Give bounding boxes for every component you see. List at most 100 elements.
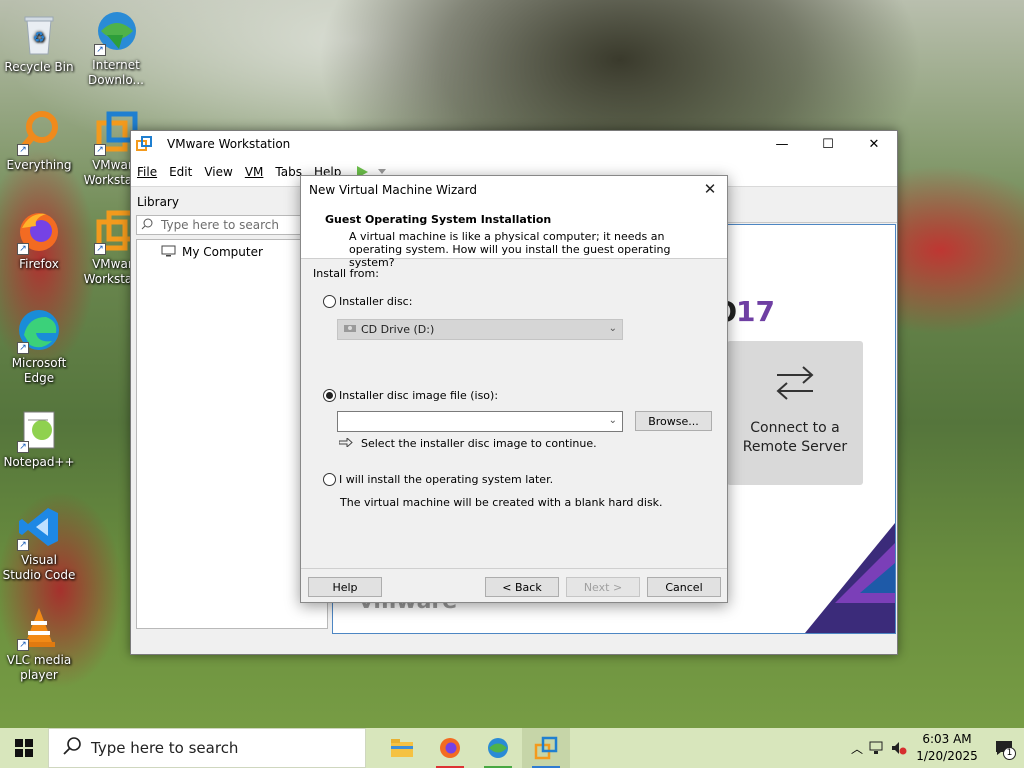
taskbar-search-box[interactable]: Type here to search <box>48 728 366 768</box>
notepad-plus-plus-icon: ↗ <box>15 405 63 453</box>
dialog-title-bar[interactable]: New Virtual Machine Wizard ✕ <box>301 176 727 204</box>
connect-remote-server-card[interactable]: Connect to a Remote Server <box>727 341 863 485</box>
shortcut-arrow-icon: ↗ <box>94 144 106 156</box>
product-version: 17 <box>736 295 775 328</box>
wizard-step-heading: Guest Operating System Installation <box>325 213 552 226</box>
shortcut-arrow-icon: ↗ <box>17 243 29 255</box>
close-button[interactable]: ✕ <box>851 131 897 157</box>
shortcut-arrow-icon: ↗ <box>17 342 29 354</box>
desktop-icon-vlc[interactable]: ↗ VLC media player <box>1 603 77 683</box>
clock-time: 6:03 AM <box>922 732 972 746</box>
vlc-cone-icon: ↗ <box>15 603 63 651</box>
desktop-icon-label: Recycle Bin <box>4 60 74 74</box>
next-button[interactable]: Next > <box>566 577 640 597</box>
search-icon <box>141 218 153 233</box>
show-hidden-icons-chevron-icon[interactable]: ︿ <box>848 740 866 757</box>
start-button[interactable] <box>0 728 48 768</box>
new-vm-wizard-dialog: New Virtual Machine Wizard ✕ Guest Opera… <box>300 175 728 603</box>
arrow-right-icon <box>338 436 353 450</box>
desktop-icon-visual-studio-code[interactable]: ↗ Visual Studio Code <box>1 503 77 583</box>
browse-button[interactable]: Browse... <box>635 411 712 431</box>
iso-hint-row: Select the installer disc image to conti… <box>338 436 597 450</box>
maximize-button[interactable]: ☐ <box>805 131 851 157</box>
windows-logo-icon <box>15 739 33 757</box>
corner-decoration <box>805 523 895 633</box>
firefox-icon <box>440 738 460 758</box>
vscode-icon: ↗ <box>15 503 63 551</box>
iso-path-combobox[interactable]: ⌄ <box>337 411 623 432</box>
recycle-bin-icon: ♻ <box>15 10 63 58</box>
window-title: VMware Workstation <box>167 137 291 151</box>
install-later-label[interactable]: I will install the operating system late… <box>339 473 553 486</box>
desktop-icon-label: Internet Downlo... <box>88 58 144 87</box>
installer-iso-radio[interactable] <box>323 389 336 402</box>
dialog-body: Install from: Installer disc: CD Drive (… <box>301 260 727 570</box>
swap-arrows-icon <box>776 366 814 400</box>
install-from-label: Install from: <box>313 267 379 280</box>
taskbar: Type here to search ︿ 6:03 AM 1/20/2025 … <box>0 728 1024 768</box>
desktop-icon-label: Everything <box>6 158 72 172</box>
dialog-close-button[interactable]: ✕ <box>701 180 719 198</box>
shortcut-arrow-icon: ↗ <box>94 243 106 255</box>
network-icon[interactable] <box>866 741 888 755</box>
iso-hint-text: Select the installer disc image to conti… <box>361 437 597 450</box>
system-tray: ︿ 6:03 AM 1/20/2025 1 <box>848 728 1024 768</box>
everything-search-icon: ↗ <box>15 108 63 156</box>
idm-globe-icon: ↗ <box>92 8 140 56</box>
taskbar-internet-download-manager[interactable] <box>474 728 522 768</box>
desktop-icon-label: Visual Studio Code <box>2 553 76 582</box>
library-search-input[interactable]: Type here to search <box>136 215 326 235</box>
desktop-icon-firefox[interactable]: ↗ Firefox <box>1 207 77 272</box>
taskbar-vmware-workstation[interactable] <box>522 728 570 768</box>
desktop-icon-notepad-plus-plus[interactable]: ↗ Notepad++ <box>1 405 77 470</box>
taskbar-file-explorer[interactable] <box>378 728 426 768</box>
shortcut-arrow-icon: ↗ <box>94 44 106 56</box>
desktop-icon-recycle-bin[interactable]: ♻ Recycle Bin <box>1 10 77 75</box>
install-later-hint: The virtual machine will be created with… <box>340 496 663 509</box>
cancel-button[interactable]: Cancel <box>647 577 721 597</box>
desktop-icon-everything[interactable]: ↗ Everything <box>1 108 77 173</box>
desktop-icon-microsoft-edge[interactable]: ↗ Microsoft Edge <box>1 306 77 386</box>
help-button[interactable]: Help <box>308 577 382 597</box>
notification-center-button[interactable]: 1 <box>984 740 1024 760</box>
desktop-icon-internet-download-manager[interactable]: ↗ Internet Downlo... <box>78 8 154 88</box>
menu-vm[interactable]: VM <box>239 165 270 179</box>
menu-view[interactable]: View <box>198 165 238 179</box>
shortcut-arrow-icon: ↗ <box>17 539 29 551</box>
notification-count-badge: 1 <box>1003 747 1016 760</box>
vmware-app-icon <box>136 136 152 151</box>
chevron-down-icon[interactable]: ⌄ <box>609 415 617 426</box>
menu-file[interactable]: File <box>131 165 163 179</box>
window-title-bar[interactable]: VMware Workstation — ☐ ✕ <box>131 131 897 157</box>
svg-text:♻: ♻ <box>33 30 46 46</box>
desktop-icon-label: Notepad++ <box>3 455 75 469</box>
back-button[interactable]: < Back <box>485 577 559 597</box>
desktop-icon-label: Microsoft Edge <box>11 356 67 385</box>
folder-icon <box>391 739 413 757</box>
dialog-footer: Help < Back Next > Cancel <box>301 568 727 602</box>
desktop-icon-label: Firefox <box>19 257 59 271</box>
taskbar-firefox[interactable] <box>426 728 474 768</box>
install-later-radio[interactable] <box>323 473 336 486</box>
vmware-icon <box>534 736 558 760</box>
disc-drive-value: CD Drive (D:) <box>361 323 435 336</box>
dialog-header: Guest Operating System Installation A vi… <box>301 204 727 269</box>
shortcut-arrow-icon: ↗ <box>17 639 29 651</box>
cd-drive-icon <box>344 323 356 336</box>
disc-drive-select[interactable]: CD Drive (D:) ⌄ <box>337 319 623 340</box>
taskbar-clock[interactable]: 6:03 AM 1/20/2025 <box>910 731 984 765</box>
dialog-title: New Virtual Machine Wizard <box>309 183 477 197</box>
menu-edit[interactable]: Edit <box>163 165 198 179</box>
installer-disc-radio[interactable] <box>323 295 336 308</box>
clock-date: 1/20/2025 <box>916 749 978 763</box>
computer-icon <box>161 245 176 260</box>
minimize-button[interactable]: — <box>759 131 805 157</box>
installer-iso-label[interactable]: Installer disc image file (iso): <box>339 389 498 402</box>
desktop-icon-label: VLC media player <box>6 653 72 682</box>
installer-disc-label[interactable]: Installer disc: <box>339 295 412 308</box>
firefox-icon: ↗ <box>15 207 63 255</box>
volume-muted-icon[interactable] <box>888 741 910 755</box>
tree-item-my-computer[interactable]: My Computer <box>137 243 327 261</box>
taskbar-search-placeholder: Type here to search <box>91 739 239 757</box>
shortcut-arrow-icon: ↗ <box>17 144 29 156</box>
